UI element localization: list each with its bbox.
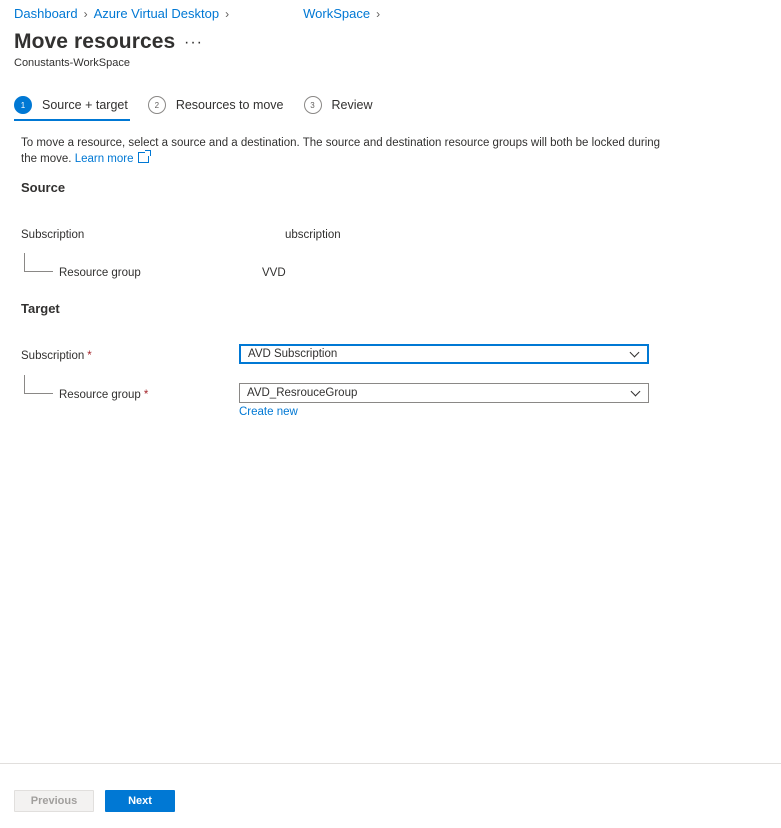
source-heading: Source	[21, 180, 66, 195]
step-source-target[interactable]: 1 Source + target	[14, 93, 130, 121]
dropdown-selected-value: AVD Subscription	[248, 348, 338, 360]
wizard-steps: 1 Source + target 2 Resources to move 3 …	[14, 93, 393, 121]
required-marker: *	[87, 350, 92, 362]
chevron-down-icon	[629, 347, 640, 357]
learn-more-link[interactable]: Learn more	[75, 150, 151, 165]
target-subscription-label: Subscription *	[21, 350, 92, 362]
tree-connector	[24, 253, 53, 272]
chevron-down-icon	[630, 386, 641, 396]
source-subscription-value: ubscription	[285, 229, 341, 241]
target-resource-group-dropdown[interactable]: AVD_ResrouceGroup	[239, 383, 649, 403]
breadcrumb-azure-virtual-desktop[interactable]: Azure Virtual Desktop	[94, 6, 220, 21]
breadcrumb-dashboard[interactable]: Dashboard	[14, 6, 78, 21]
source-resource-group-label: Resource group	[59, 267, 141, 279]
step-number: 3	[303, 96, 322, 114]
active-step-indicator	[14, 119, 130, 121]
more-options-icon[interactable]: ···	[184, 34, 203, 52]
create-new-link[interactable]: Create new	[239, 406, 298, 418]
source-subscription-label: Subscription	[21, 229, 85, 241]
target-heading: Target	[21, 301, 60, 316]
target-subscription-dropdown[interactable]: AVD Subscription	[239, 344, 649, 364]
description: To move a resource, select a source and …	[21, 135, 661, 167]
breadcrumb: Dashboard › Azure Virtual Desktop › Work…	[14, 6, 386, 21]
page-title: Move resources	[14, 30, 176, 53]
target-resource-group-label: Resource group *	[59, 389, 149, 401]
external-link-icon	[137, 150, 151, 163]
required-marker: *	[143, 389, 149, 401]
step-label: Review	[331, 98, 373, 112]
step-number: 1	[14, 96, 32, 114]
breadcrumb-workspace[interactable]: WorkSpace	[303, 6, 370, 21]
source-resource-group-value: VVD	[262, 267, 286, 279]
step-label: Resources to move	[175, 98, 284, 112]
page-subtitle: Conustants-WorkSpace	[14, 57, 130, 69]
next-button[interactable]: Next	[105, 790, 175, 812]
footer-divider	[0, 763, 781, 764]
step-review[interactable]: 3 Review	[303, 93, 373, 117]
step-resources-to-move[interactable]: 2 Resources to move	[147, 93, 284, 117]
chevron-right-icon: ›	[376, 6, 381, 21]
tree-connector	[24, 375, 53, 394]
step-number: 2	[147, 96, 166, 114]
chevron-right-icon: ›	[225, 6, 230, 21]
chevron-right-icon: ›	[83, 6, 88, 21]
previous-button[interactable]: Previous	[14, 790, 94, 812]
step-label: Source + target	[42, 98, 128, 112]
dropdown-selected-value: AVD_ResrouceGroup	[247, 387, 358, 399]
